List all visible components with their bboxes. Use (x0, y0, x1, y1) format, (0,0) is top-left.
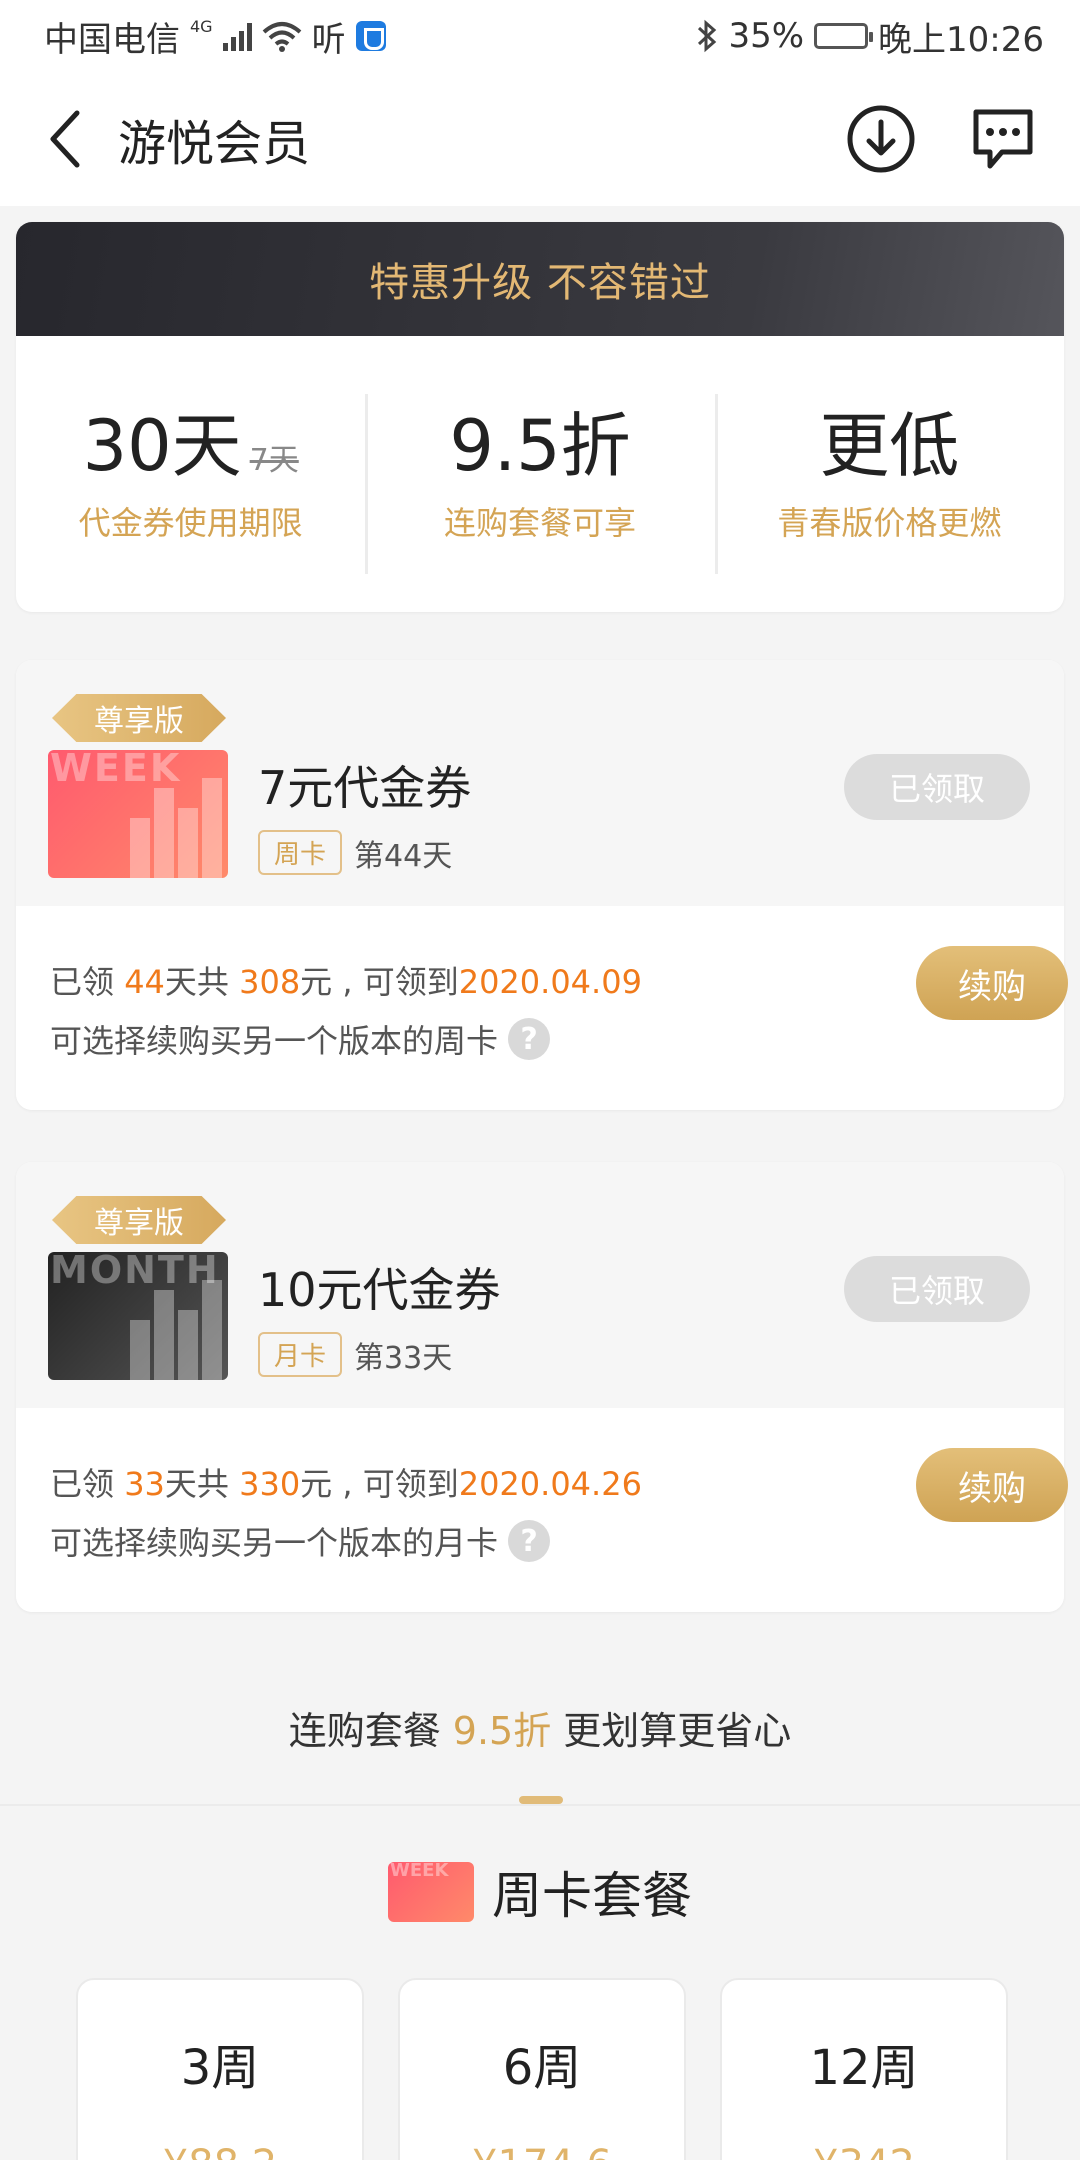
stat-value: 9.5折 (449, 405, 631, 487)
promo-card: 特惠升级 不容错过 30天 7天 代金券使用期限 9.5折 连购套餐可享 更低 青… (16, 222, 1064, 612)
claimed-button[interactable]: 已领取 (844, 754, 1030, 820)
promo-headline: 特惠升级 不容错过 (16, 222, 1064, 336)
claim-end-date: 2020.04.09 (458, 963, 642, 1001)
claimed-button[interactable]: 已领取 (844, 1256, 1030, 1322)
coupon-header: 尊享版 MONTH 10元代金券 月卡 第33天 已领取 (16, 1162, 1064, 1408)
week-card-thumbnail: WEEK (388, 1862, 474, 1922)
coupon-details: 已领 33天共 330元 , 可领到2020.04.26 可选择续购买另一个版本… (16, 1408, 1068, 1612)
plan-duration: 12周 (809, 2040, 919, 2096)
banner-discount: 9.5折 (452, 1709, 552, 1753)
carrier-name: 中国电信 (44, 19, 180, 60)
package-banner: 连购套餐 9.5折 更划算更省心 (0, 1700, 1080, 1755)
plan-option-6w[interactable]: 6周 ¥174.6 (398, 1978, 686, 2160)
clock: 晚上10:26 (878, 19, 1044, 60)
renew-note: 可选择续购买另一个版本的月卡 ? (50, 1518, 1030, 1564)
renew-button[interactable]: 续购 (916, 1448, 1068, 1522)
coupon-details: 已领 44天共 308元 , 可领到2020.04.09 可选择续购买另一个版本… (16, 906, 1068, 1110)
summary-text: 天共 (164, 1465, 240, 1503)
package-name: 周卡套餐 (492, 1867, 692, 1925)
stat-value: 更低 (819, 405, 960, 487)
thumb-word: WEEK (390, 1862, 449, 1881)
month-card-image: MONTH (48, 1252, 228, 1380)
status-left: 中国电信 4G 听 (44, 12, 386, 61)
summary-text: 元 , 可领到 (300, 963, 459, 1001)
stat-description: 连购套餐可享 (443, 504, 636, 542)
tier-badge: 尊享版 (52, 694, 226, 742)
bluetooth-icon (698, 19, 717, 53)
page-title: 游悦会员 (118, 116, 311, 172)
stat-lower-price: 更低 青春版价格更燃 (714, 394, 1064, 574)
wifi-icon (262, 22, 301, 52)
summary-text: 天共 (164, 963, 240, 1001)
claim-end-date: 2020.04.26 (458, 1465, 642, 1503)
week-card-image: WEEK (48, 750, 228, 878)
summary-text: 已领 (50, 1465, 125, 1503)
renew-note: 可选择续购买另一个版本的周卡 ? (50, 1016, 1030, 1062)
card-type-tag: 周卡 (258, 830, 343, 875)
stat-voucher-period: 30天 7天 代金券使用期限 (16, 404, 365, 544)
battery-percent: 35% (728, 16, 805, 56)
banner-text: 连购套餐 (288, 1709, 453, 1753)
coupon-header: 尊享版 WEEK 7元代金券 周卡 第44天 已领取 (16, 660, 1064, 906)
plan-duration: 3周 (180, 2040, 260, 2096)
status-right: 35% 晚上10:26 (696, 12, 1044, 61)
header-actions (844, 102, 1040, 176)
coupon-card-month: 尊享版 MONTH 10元代金券 月卡 第33天 已领取 已领 33天共 330… (16, 1162, 1068, 1612)
day-count: 第44天 (354, 838, 453, 874)
status-bar: 中国电信 4G 听 35% 晚上10:26 (0, 0, 1080, 72)
plan-price: ¥342 (722, 2142, 1006, 2160)
network-type: 4G (190, 16, 213, 36)
stat-description: 代金券使用期限 (78, 504, 303, 542)
battery-icon (814, 23, 874, 49)
coupon-meta: 周卡 第44天 (258, 830, 452, 875)
plan-price: ¥88.2 (78, 2142, 362, 2160)
claimed-days: 33 (124, 1465, 165, 1503)
stat-value: 30天 (82, 405, 242, 487)
back-arrow-icon[interactable] (40, 103, 88, 175)
tab-indicator (519, 1796, 563, 1804)
claim-summary: 已领 44天共 308元 , 可领到2020.04.09 (50, 958, 1030, 1006)
coupon-card-week: 尊享版 WEEK 7元代金券 周卡 第44天 已领取 已领 44天共 308元 … (16, 660, 1068, 1110)
coupon-name: 7元代金券 (258, 761, 472, 815)
claimed-amount: 308 (239, 963, 301, 1001)
plan-price: ¥174.6 (400, 2142, 684, 2160)
renew-button[interactable]: 续购 (916, 946, 1068, 1020)
stat-discount: 9.5折 连购套餐可享 (365, 394, 714, 574)
app-header: 游悦会员 (0, 72, 1080, 206)
help-icon[interactable]: ? (508, 1520, 551, 1562)
plan-duration: 6周 (502, 2040, 582, 2096)
coupon-name: 10元代金券 (258, 1263, 501, 1317)
plan-list: 3周 ¥88.2 6周 ¥174.6 12周 ¥342 (76, 1978, 1008, 2160)
claimed-amount: 330 (239, 1465, 301, 1503)
summary-text: 元 , 可领到 (300, 1465, 459, 1503)
download-icon[interactable] (844, 102, 918, 176)
renew-note-text: 可选择续购买另一个版本的周卡 (50, 1022, 499, 1060)
renew-note-text: 可选择续购买另一个版本的月卡 (50, 1524, 499, 1562)
stat-description: 青春版价格更燃 (777, 504, 1002, 542)
promo-stats: 30天 7天 代金券使用期限 9.5折 连购套餐可享 更低 青春版价格更燃 (16, 336, 1064, 612)
claimed-days: 44 (124, 963, 165, 1001)
day-count: 第33天 (354, 1340, 453, 1376)
summary-text: 已领 (50, 963, 125, 1001)
app-indicator: 听 (311, 19, 346, 60)
tier-badge: 尊享版 (52, 1196, 226, 1244)
claim-summary: 已领 33天共 330元 , 可领到2020.04.26 (50, 1460, 1030, 1508)
signal-icon (222, 21, 252, 51)
package-title: WEEK 周卡套餐 (0, 1856, 1080, 1928)
coupon-meta: 月卡 第33天 (258, 1332, 452, 1377)
card-type-tag: 月卡 (258, 1332, 343, 1377)
stat-old-value: 7天 (249, 443, 299, 478)
plan-option-12w[interactable]: 12周 ¥342 (720, 1978, 1008, 2160)
banner-text: 更划算更省心 (551, 1709, 792, 1753)
shield-icon (355, 21, 386, 51)
help-icon[interactable]: ? (508, 1018, 551, 1060)
message-icon[interactable] (966, 102, 1040, 176)
plan-option-3w[interactable]: 3周 ¥88.2 (76, 1978, 364, 2160)
divider (0, 1804, 1080, 1806)
